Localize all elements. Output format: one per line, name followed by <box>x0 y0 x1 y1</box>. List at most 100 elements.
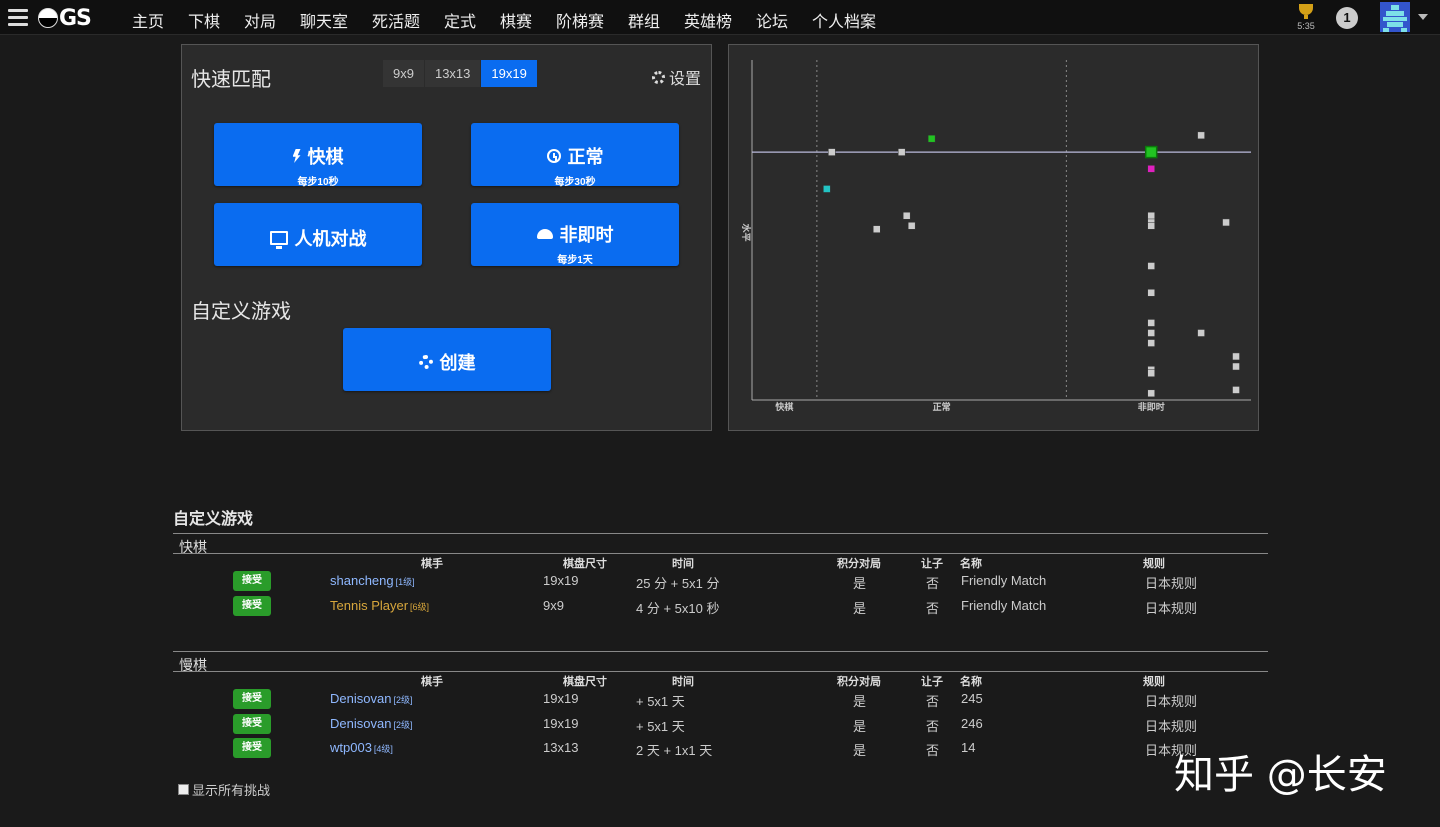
nav-link-profile[interactable]: 个人档案 <box>812 8 876 32</box>
chart-point[interactable] <box>828 148 836 156</box>
chart-point[interactable] <box>927 134 936 143</box>
nav-link-joseki[interactable]: 定式 <box>444 8 476 32</box>
board-size-selector: 9x9 13x13 19x19 <box>383 60 538 87</box>
table-cell-handicap: 否 <box>926 600 940 616</box>
blitz-sub: 每步10秒 <box>297 177 339 188</box>
accept-button[interactable]: 接受 <box>233 713 271 734</box>
show-all-checkbox[interactable] <box>178 784 189 795</box>
column-header-rules: 规则 <box>1143 676 1165 688</box>
chart-point[interactable] <box>1147 222 1155 230</box>
trophy-timer[interactable]: 5:35 <box>1294 4 1318 31</box>
settings-button[interactable]: 设置 <box>652 65 701 89</box>
live-button[interactable]: 正常 每步30秒 <box>471 123 679 188</box>
challenge-scatter-chart: 水平 快棋 正常 非即时 <box>728 44 1259 431</box>
table-cell-ranked: 是 <box>853 600 867 616</box>
accept-button[interactable]: 接受 <box>233 595 271 616</box>
slow-group-title: 慢棋 <box>179 657 207 673</box>
custom-games-section-title: 自定义游戏 <box>173 511 254 528</box>
player-rank: [2级] <box>393 695 413 705</box>
top-navbar: GS 主页 下棋 对局 聊天室 死活题 定式 棋赛 阶梯赛 群组 英雄榜 论坛 … <box>0 0 1440 35</box>
player-name-link[interactable]: Denisovan <box>330 716 391 731</box>
chart-point[interactable] <box>1147 369 1155 377</box>
chart-svg: 水平快棋 正常 非即时 <box>741 60 1251 412</box>
settings-label: 设置 <box>669 71 702 88</box>
chart-point[interactable] <box>1147 289 1155 297</box>
computer-button[interactable]: 人机对战 <box>214 203 422 266</box>
ogs-logo[interactable]: GS <box>38 6 92 31</box>
chart-point[interactable] <box>1147 212 1155 220</box>
table-cell-rules: 日本规则 <box>1145 576 1198 591</box>
chart-point[interactable] <box>1147 165 1155 173</box>
chart-point[interactable] <box>1232 362 1240 371</box>
chart-point[interactable] <box>1147 262 1155 270</box>
table-cell-size: 19x19 <box>543 715 579 731</box>
chart-point[interactable] <box>1197 131 1205 140</box>
chart-point[interactable] <box>1197 329 1205 337</box>
table-row-player: Denisovan [2级] <box>330 691 412 706</box>
chart-point[interactable] <box>902 212 911 220</box>
chart-point[interactable] <box>1147 319 1155 327</box>
chart-point[interactable] <box>907 222 916 230</box>
table-cell-handicap: 否 <box>926 743 940 758</box>
nav-link-groups[interactable]: 群组 <box>628 8 660 32</box>
player-name-link[interactable]: shancheng <box>330 573 394 588</box>
live-sub: 每步30秒 <box>554 177 596 188</box>
chart-point[interactable] <box>1222 218 1230 227</box>
player-name-link[interactable]: Tennis Player <box>330 598 408 613</box>
size-19x19-button[interactable]: 19x19 <box>481 60 538 87</box>
nav-link-leaderboard[interactable]: 英雄榜 <box>684 8 732 32</box>
nav-link-play[interactable]: 下棋 <box>188 8 220 32</box>
table-cell-time: 2 天 + 1x1 天 <box>636 743 713 758</box>
size-9x9-button[interactable]: 9x9 <box>383 60 425 87</box>
nav-link-forums[interactable]: 论坛 <box>756 8 788 32</box>
player-rank: [1级] <box>395 577 415 587</box>
nav-link-home[interactable]: 主页 <box>132 8 164 32</box>
chart-point[interactable] <box>1232 386 1240 394</box>
nav-link-tournaments[interactable]: 棋赛 <box>500 8 532 32</box>
correspondence-button[interactable]: 非即时 每步1天 <box>471 203 679 266</box>
column-header-time: 时间 <box>672 558 694 570</box>
player-name-link[interactable]: wtp003 <box>330 740 372 755</box>
table-cell-ranked: 是 <box>853 743 867 758</box>
chart-point[interactable] <box>873 225 881 233</box>
nav-link-games[interactable]: 对局 <box>244 8 276 32</box>
clock-icon <box>546 149 561 163</box>
chart-point-own[interactable] <box>1144 145 1158 159</box>
chart-point[interactable] <box>1147 389 1155 398</box>
table-cell-handicap: 否 <box>926 694 940 709</box>
column-header-rules: 规则 <box>1143 558 1165 570</box>
nav-link-chat[interactable]: 聊天室 <box>300 8 348 32</box>
size-13x13-button[interactable]: 13x13 <box>424 60 482 87</box>
user-menu-chevron-down-icon[interactable] <box>1418 14 1428 20</box>
chart-point[interactable] <box>1232 352 1240 361</box>
chart-point[interactable] <box>1147 339 1155 347</box>
chart-point[interactable] <box>897 148 906 156</box>
table-cell-time: + 5x1 天 <box>636 694 685 709</box>
blitz-button[interactable]: 快棋 每步10秒 <box>214 123 422 188</box>
divider <box>173 533 1268 534</box>
notification-badge[interactable]: 1 <box>1336 7 1358 29</box>
table-cell-rules: 日本规则 <box>1145 718 1198 734</box>
show-all-challenges-toggle[interactable]: 显示所有挑战 <box>178 780 270 799</box>
quick-match-title: 快速匹配 <box>191 69 271 91</box>
nav-link-puzzles[interactable]: 死活题 <box>372 8 420 32</box>
blitz-group-title: 快棋 <box>179 539 207 555</box>
chart-point[interactable] <box>823 185 831 193</box>
table-cell-name: 245 <box>961 691 983 706</box>
create-button[interactable]: 创建 <box>343 328 551 391</box>
accept-button[interactable]: 接受 <box>233 738 271 758</box>
menu-icon[interactable] <box>8 9 28 26</box>
divider <box>173 671 1268 672</box>
chart-y-axis-label: 水平 <box>741 223 752 241</box>
accept-button[interactable]: 接受 <box>233 689 271 709</box>
player-name-link[interactable]: Denisovan <box>330 691 391 706</box>
go-stone-logo-icon <box>38 8 58 28</box>
table-cell-size: 13x13 <box>543 740 579 755</box>
table-row-player: shancheng [1级] <box>330 573 415 588</box>
chart-point[interactable] <box>1147 329 1155 337</box>
gear-icon <box>652 70 665 84</box>
avatar[interactable] <box>1380 2 1410 32</box>
table-cell-size: 9x9 <box>543 597 564 613</box>
accept-button[interactable]: 接受 <box>233 571 271 591</box>
nav-link-ladders[interactable]: 阶梯赛 <box>556 8 604 32</box>
